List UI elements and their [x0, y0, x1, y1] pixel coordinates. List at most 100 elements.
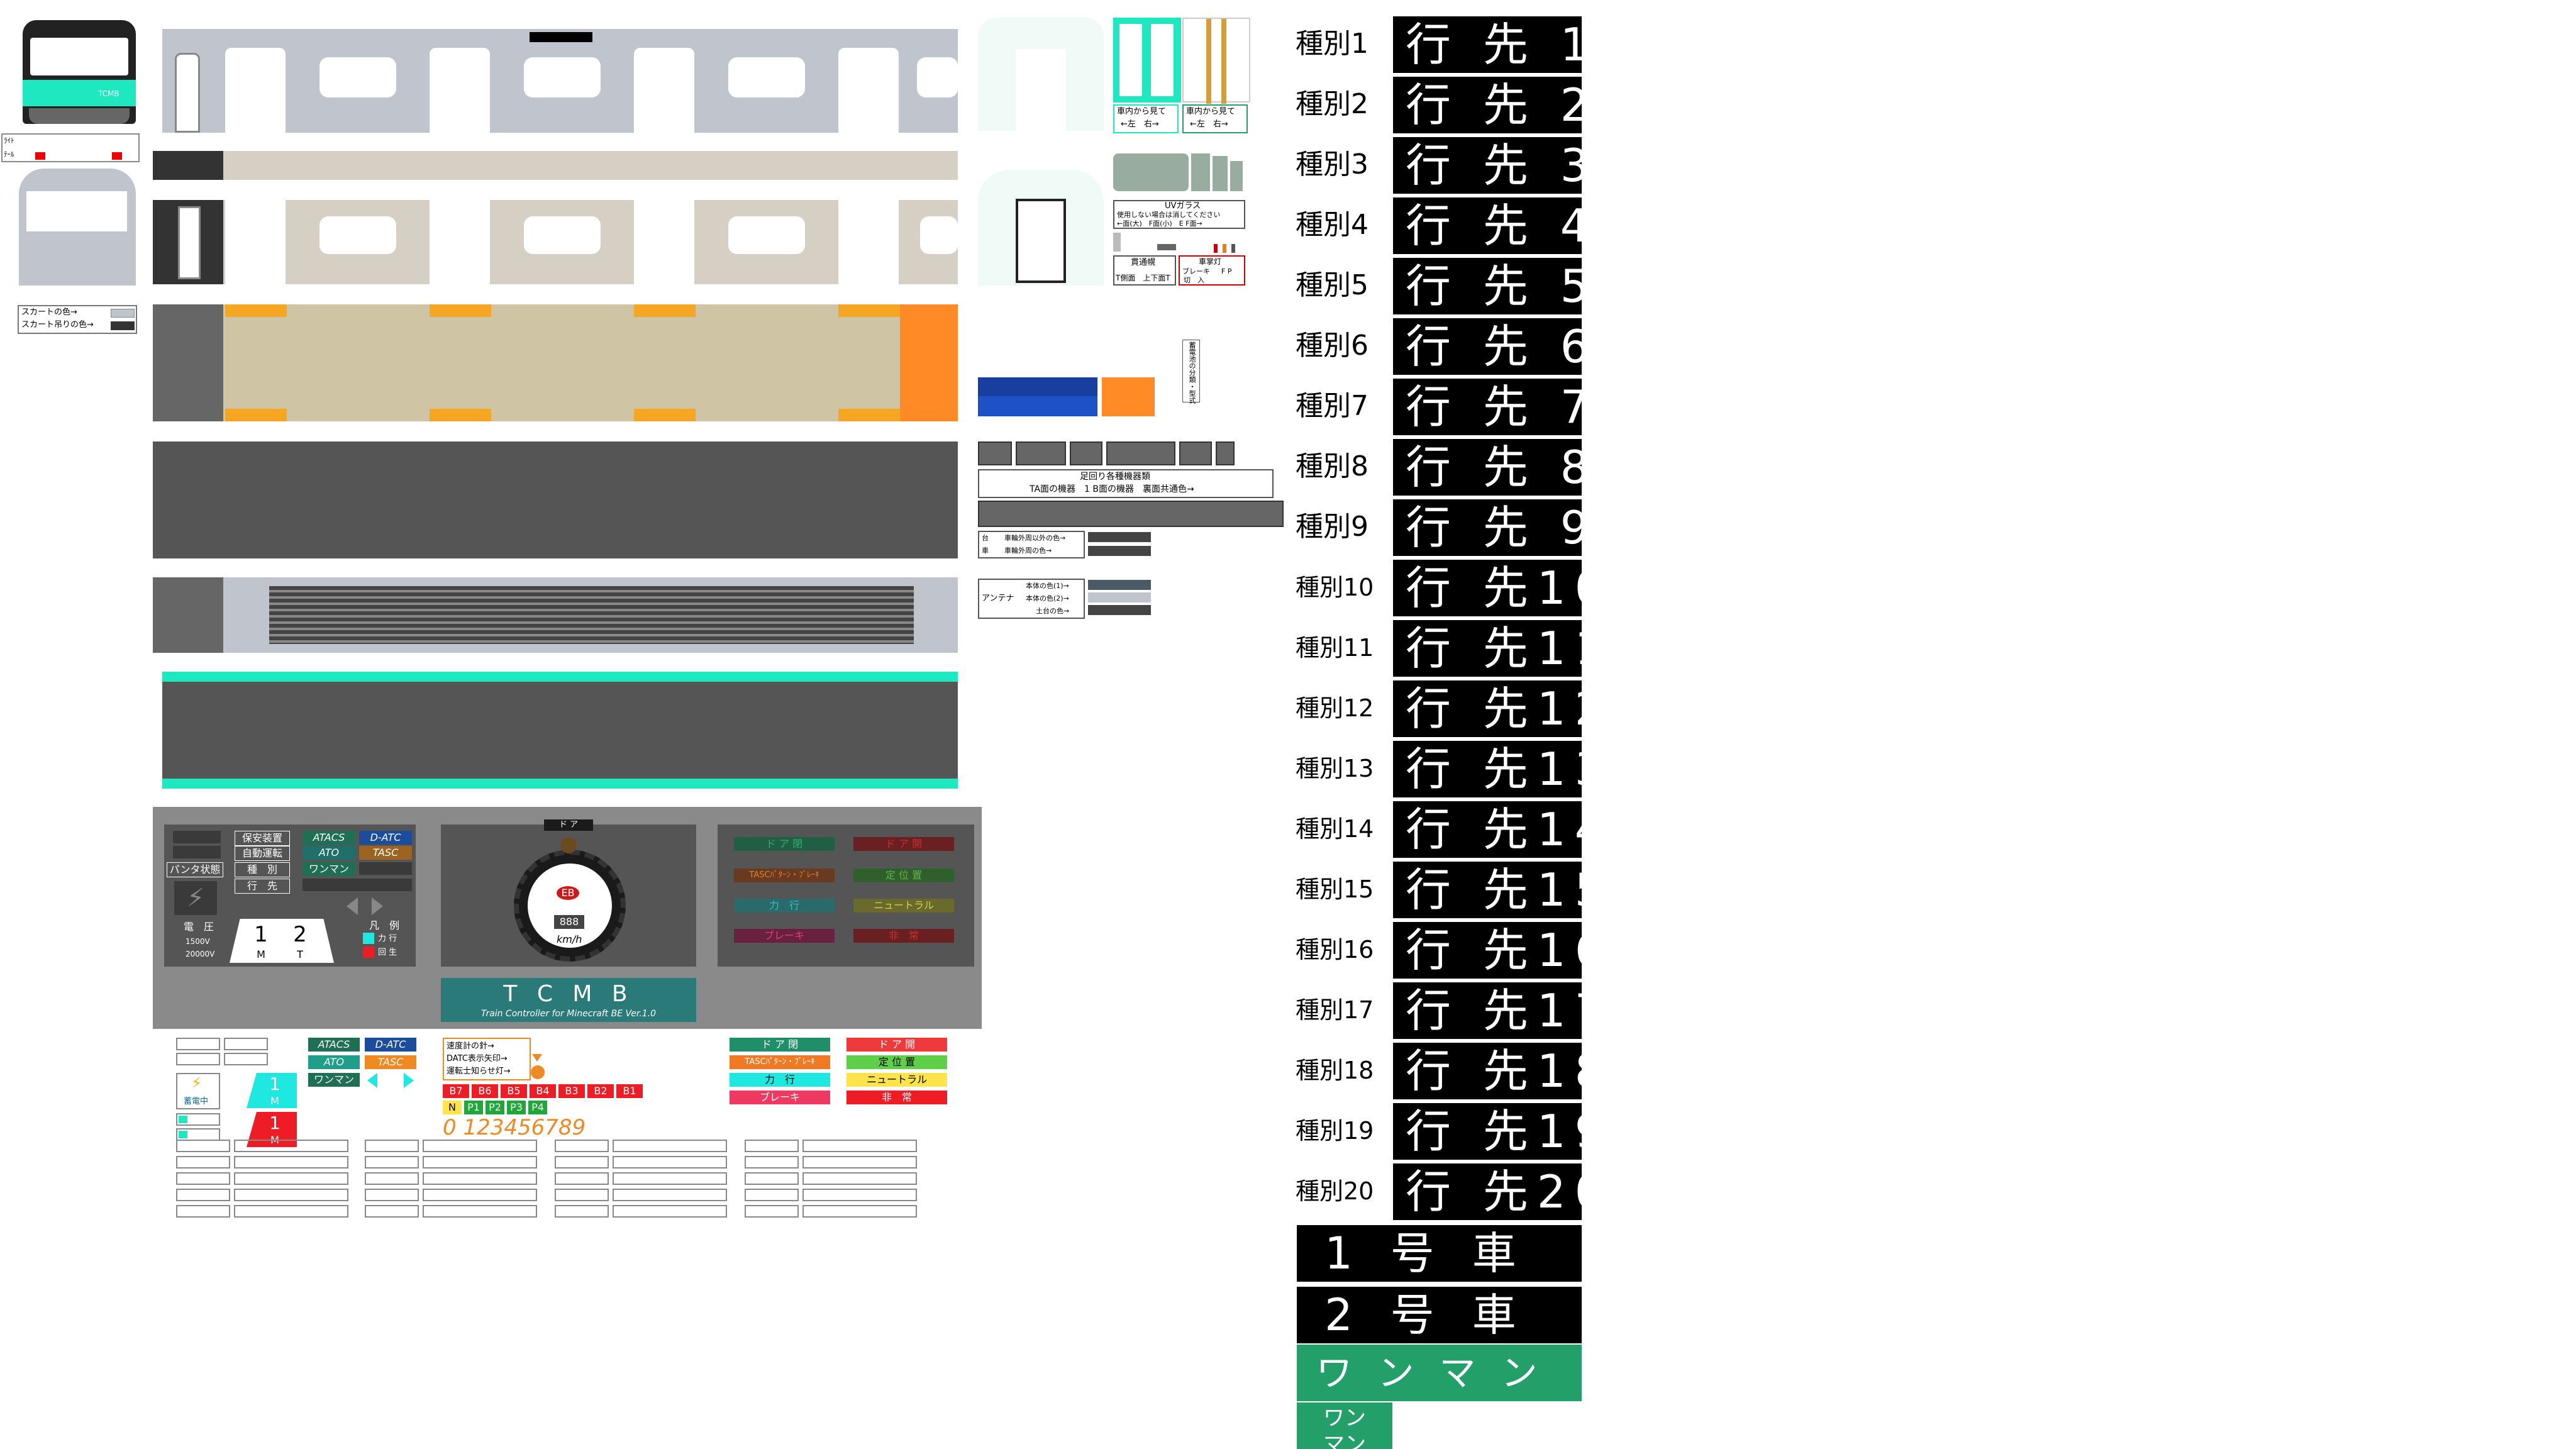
- destination-sign-7: 行 先 7: [1393, 379, 1582, 435]
- blank-slot-cell-18: [423, 1189, 537, 1201]
- controller-panel: パンタ状態 ⚡ 電 圧 1500V 20000V 保安装置 自動運転 種 別 行…: [153, 807, 982, 1029]
- blank-slot-cell-24: [613, 1156, 727, 1169]
- skirt-color-label: スカートの色→: [21, 308, 77, 317]
- parts-arrow-right: [404, 1073, 414, 1088]
- seat-1: [225, 304, 287, 317]
- car-indicator: [230, 919, 334, 963]
- notch-block: ド ア 閉 ド ア 開 TASCﾊﾟﾀｰﾝ・ﾌﾞﾚｰｷ 定 位 置 力 行 ニュ…: [718, 824, 974, 967]
- charging-label: 蓄電中: [184, 1097, 209, 1106]
- teal-band-top: [162, 672, 958, 682]
- car-cyan: 1 M: [247, 1073, 297, 1108]
- notch-b2: B2: [587, 1084, 614, 1098]
- seat-4: [838, 304, 900, 317]
- skirt-hang-swatch: [111, 321, 135, 330]
- notch-row-2: N P1 P2 P3 P4: [443, 1101, 657, 1114]
- front-logo: TCMB: [98, 89, 119, 98]
- datc-tag: D-ATC: [359, 831, 412, 845]
- beige-door-3: [634, 200, 694, 284]
- blank-slot-cell-36: [802, 1172, 917, 1185]
- datc-arrow-icon: [532, 1054, 542, 1062]
- parts-door-close: ド ア 閉: [730, 1038, 830, 1052]
- blank-slot-cell-9: [176, 1205, 230, 1218]
- blank-slot-cell-6: [234, 1172, 348, 1185]
- blank-slot-cell-5: [176, 1172, 230, 1185]
- door-lamp: [560, 837, 577, 853]
- side-body-beige: [153, 200, 958, 284]
- front-bottom: [29, 108, 130, 124]
- uf-box-2: [1016, 441, 1066, 465]
- notch-n: N: [443, 1101, 462, 1114]
- parts-atacs: ATACS: [308, 1038, 360, 1052]
- title-text: T C M B: [503, 982, 634, 1007]
- notice-inside-2: 車内から見て ←左 右→: [1182, 104, 1248, 133]
- blank-slot-cell-29: [555, 1205, 609, 1218]
- blank-slot-cell-28: [613, 1189, 727, 1201]
- parts-door-open: ド ア 開: [847, 1038, 947, 1052]
- skirt-swatch: [111, 309, 135, 318]
- parts-neutral: ニュートラル: [847, 1073, 947, 1087]
- blank-slot-cell-4: [234, 1156, 348, 1169]
- blank-slot-cell-40: [802, 1205, 917, 1218]
- type-label-4: 種別4: [1296, 209, 1368, 241]
- panel-neutral: ニュートラル: [853, 899, 954, 913]
- parts-tasc-pattern: TASCﾊﾟﾀｰﾝ・ﾌﾞﾚｰｷ: [730, 1055, 830, 1069]
- panel-door-open: ド ア 開: [853, 837, 954, 851]
- digit-strip: 0 123456789: [443, 1115, 586, 1140]
- speed-block: ド ア EB 888 km/h: [441, 819, 696, 967]
- legend-label: 凡 例: [369, 919, 399, 931]
- dest-slot: [303, 879, 412, 891]
- roof-end: [153, 577, 223, 653]
- blank-slot-cell-26: [613, 1172, 727, 1185]
- glass-4: [1230, 161, 1243, 191]
- beige-door-2: [430, 200, 490, 284]
- blank-slot-cell-2: [234, 1140, 348, 1152]
- blank-slot-cell-19: [365, 1205, 419, 1218]
- glass-3: [1213, 156, 1228, 191]
- blank-slot-grid: [176, 1140, 931, 1221]
- blank-slot-cell-12: [423, 1140, 537, 1152]
- antenna-swatch-1: [1088, 580, 1151, 590]
- charging-icon: ⚡: [191, 1074, 202, 1092]
- uf-box-6: [1216, 441, 1235, 465]
- panel-tasc: TASCﾊﾟﾀｰﾝ・ﾌﾞﾚｰｷ: [734, 869, 835, 882]
- floor-end-orange: [900, 304, 958, 421]
- type-label-14: 種別14: [1296, 815, 1374, 843]
- blank-slot-cell-7: [176, 1189, 230, 1201]
- glass-2: [1191, 153, 1210, 191]
- wanman-slot: [359, 862, 412, 875]
- blank-slot-2: [224, 1038, 268, 1050]
- door-part-2: [978, 170, 1104, 286]
- car-red-number: 1: [269, 1113, 280, 1133]
- parts-ato: ATO: [308, 1055, 360, 1069]
- eb-lamp: EB: [557, 886, 579, 900]
- notch-b6: B6: [472, 1084, 498, 1098]
- door-teal: [1113, 18, 1181, 103]
- blank-slot-cell-30: [613, 1205, 727, 1218]
- panel-powering: 力 行: [734, 899, 835, 913]
- blank-slot-cell-35: [745, 1172, 799, 1185]
- type-label-3: 種別3: [1296, 148, 1368, 180]
- door-teal-right: [1151, 24, 1174, 96]
- driver-signal-lamp: [531, 1065, 545, 1079]
- parts-stop-pos: 定 位 置: [847, 1055, 947, 1069]
- wanman-sign-large: ワンマン: [1297, 1345, 1582, 1401]
- car2-type: T: [297, 948, 303, 960]
- seat-8: [838, 409, 900, 421]
- type-label-10: 種別10: [1296, 574, 1374, 601]
- panel-emergency: 非 常: [853, 929, 954, 943]
- blank-slot-4: [224, 1053, 268, 1065]
- notch-p4: P4: [528, 1101, 547, 1114]
- legend-regen-swatch: [363, 947, 374, 958]
- floor-end-grey: [153, 304, 223, 421]
- seat-5: [225, 409, 287, 421]
- speed-digits: 888: [554, 915, 584, 929]
- small-slot-1-swatch: [179, 1116, 187, 1123]
- front-window: [30, 38, 128, 75]
- blank-slot-cell-25: [555, 1172, 609, 1185]
- door-brown-stripe-2: [1221, 19, 1226, 104]
- side-window-1: [319, 57, 396, 97]
- car1-type: M: [257, 948, 265, 960]
- pantograph-label: パンタ状態: [167, 862, 223, 877]
- blank-slot-cell-8: [234, 1189, 348, 1201]
- car2-number: 2: [293, 923, 307, 947]
